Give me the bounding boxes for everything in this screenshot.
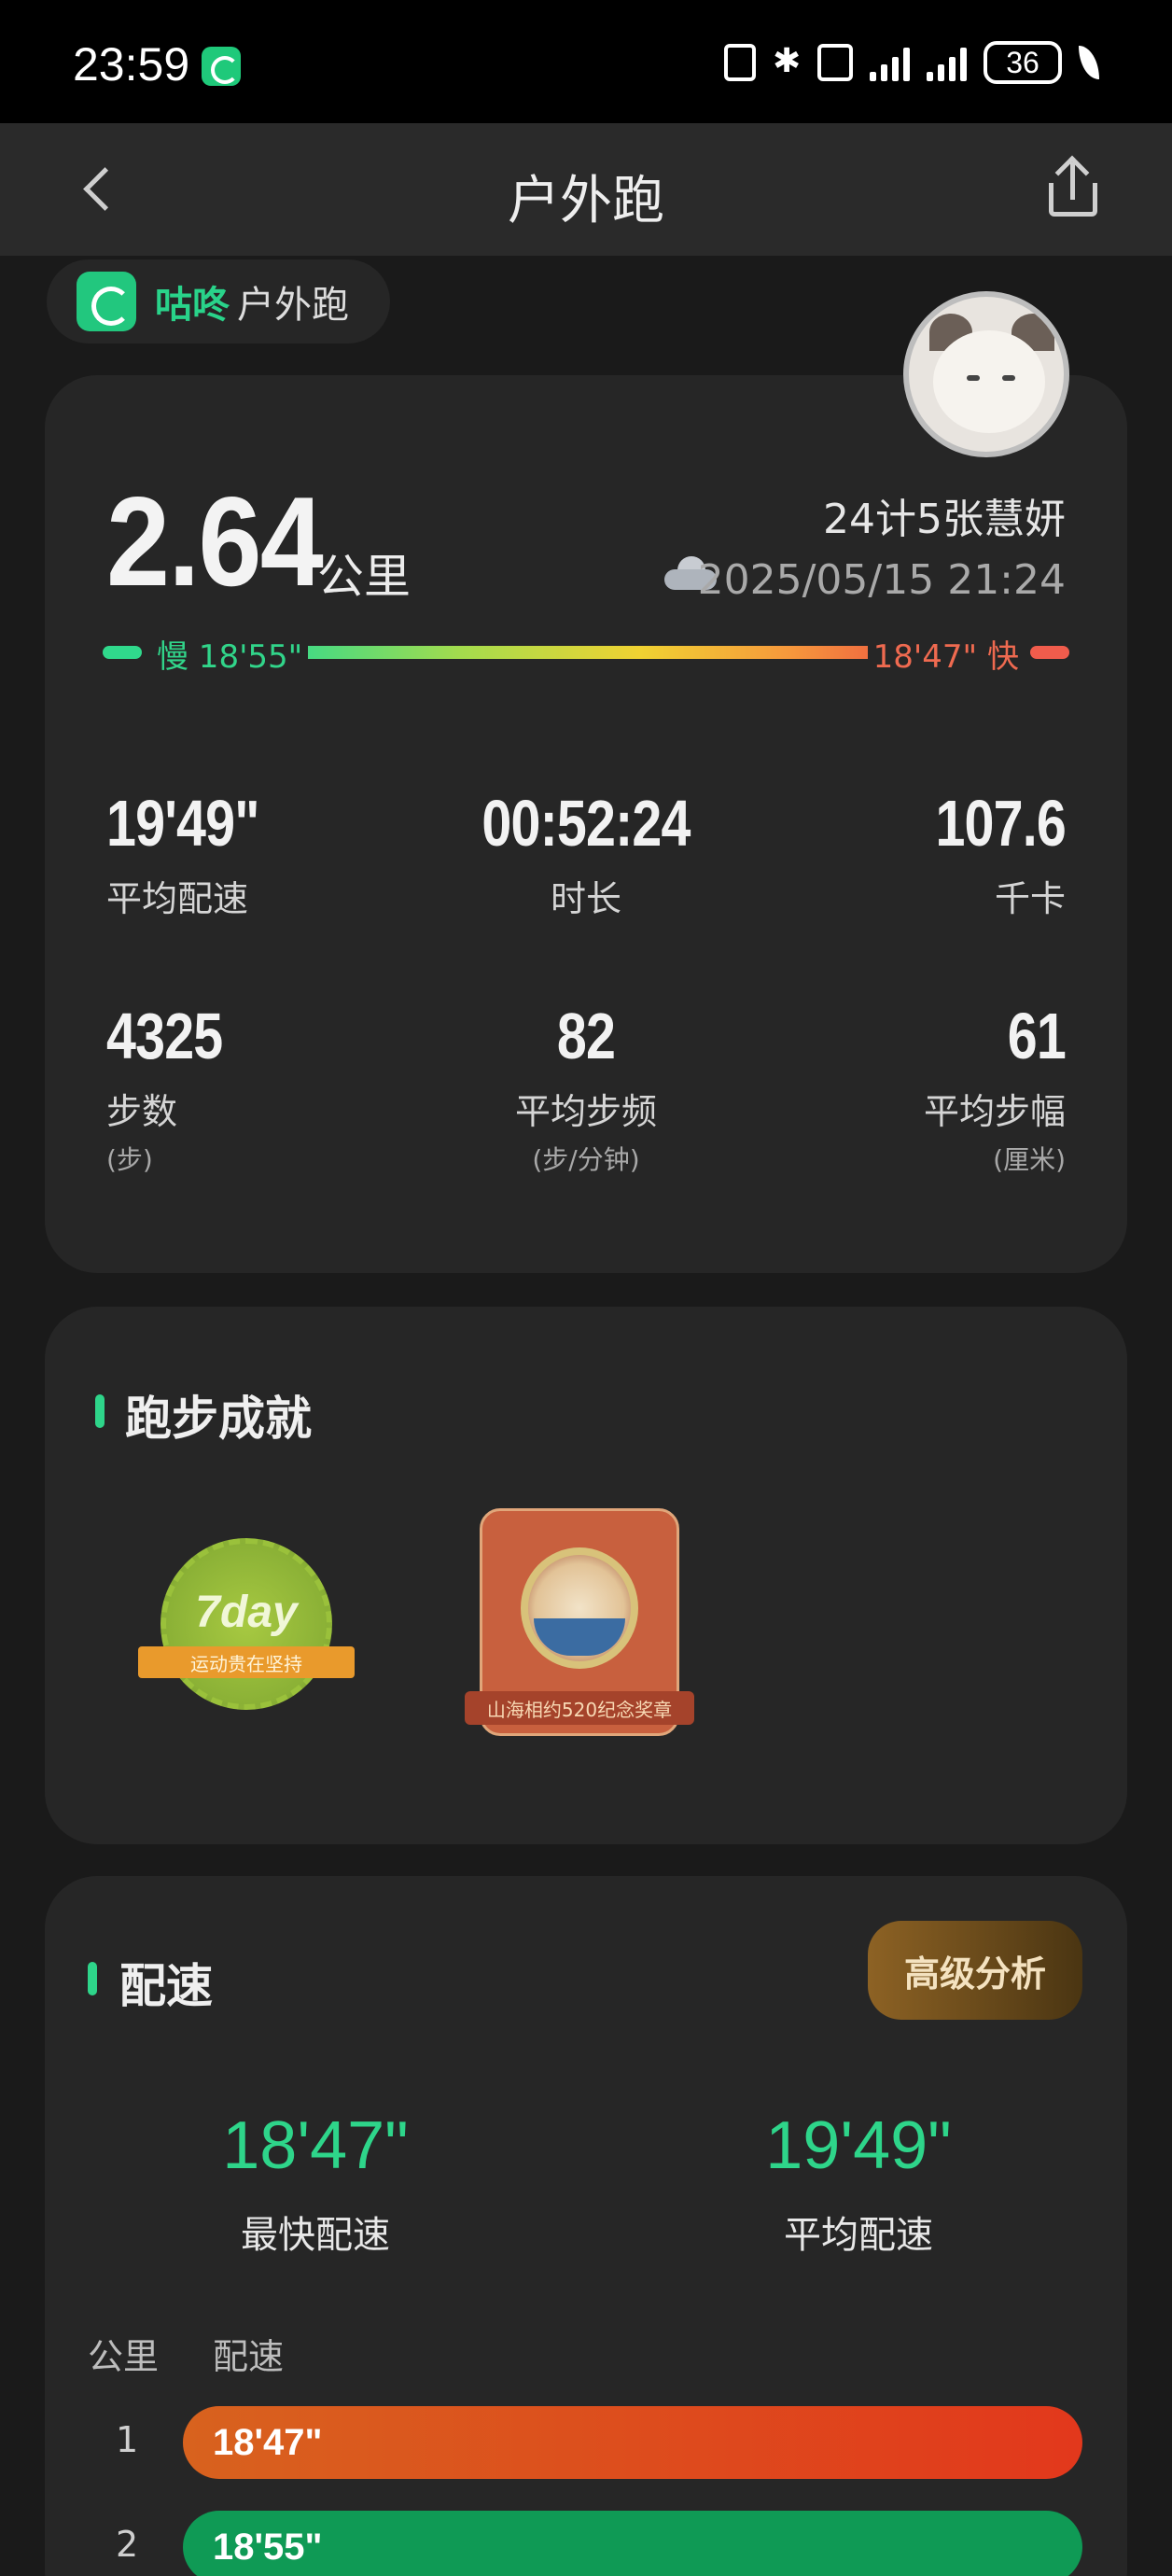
- fastest-pace-label: 最快配速: [241, 2214, 390, 2257]
- section-title: 配速: [119, 1959, 213, 2013]
- summary-card: 2.64 公里 24计5张慧妍 2025/05/15 21:24 慢 18'55…: [45, 375, 1127, 1273]
- stat-unit: (步): [106, 1144, 153, 1175]
- split-pace-bar: 18'47": [183, 2406, 1082, 2479]
- charging-leaf-icon: [1079, 46, 1099, 79]
- distance-value: 2.64: [106, 470, 324, 612]
- stat-label: 时长: [550, 878, 621, 919]
- badge-ribbon: 山海相约520纪念奖章: [465, 1691, 694, 1725]
- average-pace-value: 19'49": [765, 2108, 952, 2183]
- stat-calories: 107.6 千卡: [748, 786, 1066, 921]
- slowest-pace-label: 慢 18'55": [151, 631, 309, 677]
- bluetooth-icon: [773, 42, 801, 83]
- top-app-bar: 户外跑: [0, 123, 1172, 256]
- stat-label: 千卡: [994, 878, 1066, 919]
- advanced-analysis-button[interactable]: 高级分析: [868, 1921, 1082, 2020]
- split-km: 1: [116, 2419, 139, 2460]
- app-notification-icon: [202, 47, 241, 86]
- stat-value: 00:52:24: [481, 787, 691, 860]
- section-title: 跑步成就: [125, 1392, 312, 1446]
- avatar[interactable]: [903, 291, 1069, 457]
- signal-icon: [870, 44, 910, 81]
- stat-unit: (步/分钟): [532, 1144, 640, 1175]
- codoon-logo-icon: [77, 272, 136, 331]
- signal-icon-2: [927, 44, 967, 81]
- badge-7day[interactable]: 7day 运动贵在坚持: [138, 1538, 355, 1725]
- stat-label: 平均配速: [106, 878, 249, 919]
- section-accent: [95, 1394, 105, 1428]
- stat-value: 19'49": [106, 787, 259, 860]
- vibrate-icon: [817, 44, 853, 81]
- split-km: 2: [116, 2524, 139, 2565]
- source-type: 户外跑: [237, 284, 349, 327]
- run-datetime: 2025/05/15 21:24: [697, 556, 1066, 604]
- section-accent: [88, 1962, 97, 1995]
- stat-steps: 4325 步数 (步): [106, 999, 424, 1177]
- status-icons: 36: [724, 41, 1099, 84]
- badge-7day-text: 7day: [195, 1588, 298, 1637]
- stat-stride: 61 平均步幅 (厘米): [748, 999, 1067, 1177]
- distance-unit: 公里: [317, 550, 411, 604]
- column-header-pace: 配速: [213, 2336, 285, 2377]
- pace-card: 配速 高级分析 18'47" 最快配速 19'49" 平均配速 公里 配速 1 …: [45, 1876, 1127, 2576]
- stat-cadence: 82 平均步频 (步/分钟): [427, 999, 745, 1177]
- share-icon[interactable]: [1047, 155, 1099, 217]
- status-time: 23:59: [73, 38, 190, 91]
- source-badge: 咕咚 户外跑: [47, 259, 390, 343]
- badge-ribbon: 运动贵在坚持: [138, 1646, 355, 1678]
- user-name: 24计5张慧妍: [823, 496, 1066, 543]
- split-pace: 18'55": [213, 2526, 323, 2568]
- battery-icon: 36: [984, 41, 1062, 84]
- split-pace-bar: 18'55": [183, 2511, 1082, 2576]
- column-header-km: 公里: [88, 2336, 160, 2377]
- stat-duration: 00:52:24 时长: [427, 786, 745, 921]
- fastest-pace-value: 18'47": [222, 2108, 409, 2183]
- stat-avg-pace: 19'49" 平均配速: [106, 786, 424, 921]
- page-title: 户外跑: [508, 171, 664, 231]
- source-brand: 咕咚: [155, 284, 230, 327]
- stat-value: 82: [556, 1000, 616, 1072]
- status-bar: 23:59 36: [0, 0, 1172, 123]
- fastest-pace-label: 18'47" 快: [867, 631, 1025, 677]
- stat-label: 平均步幅: [923, 1091, 1066, 1132]
- stat-value: 4325: [106, 1000, 223, 1072]
- achievements-card: 跑步成就 7day 运动贵在坚持 山海相约520纪念奖章: [45, 1307, 1127, 1844]
- stat-label: 步数: [106, 1091, 178, 1132]
- split-pace: 18'47": [213, 2421, 323, 2463]
- stat-value: 61: [1007, 1000, 1067, 1072]
- stat-unit: (厘米): [993, 1144, 1066, 1175]
- badge-520-medal[interactable]: 山海相约520纪念奖章: [465, 1508, 694, 1742]
- average-pace-label: 平均配速: [784, 2214, 933, 2257]
- stat-value: 107.6: [935, 787, 1066, 860]
- stat-label: 平均步频: [514, 1091, 657, 1132]
- nfc-icon: [724, 44, 756, 81]
